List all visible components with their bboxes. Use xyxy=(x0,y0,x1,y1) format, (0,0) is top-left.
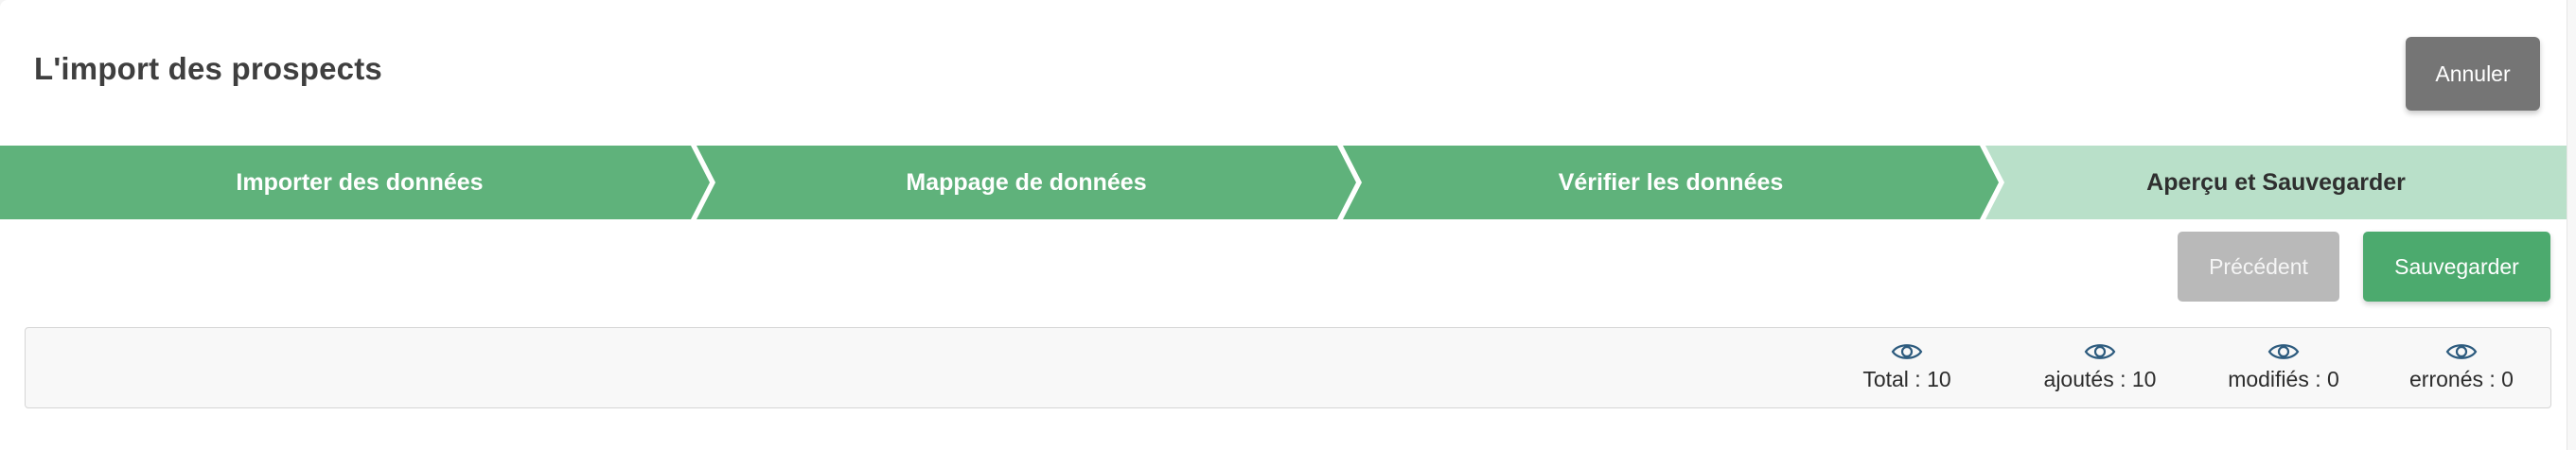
import-panel: L'import des prospects Annuler Importer … xyxy=(0,0,2576,450)
cancel-button[interactable]: Annuler xyxy=(2406,37,2540,111)
eye-icon xyxy=(1891,344,1923,359)
step-label-verify: Vérifier les données xyxy=(1558,169,1784,196)
step-label-import: Importer des données xyxy=(236,169,484,196)
eye-icon xyxy=(2084,344,2116,359)
stat-errors-label: erronés : 0 xyxy=(2409,367,2514,391)
stat-total[interactable]: Total : 10 xyxy=(1822,341,1992,404)
save-button[interactable]: Sauvegarder xyxy=(2363,232,2550,302)
step-label-mapping: Mappage de données xyxy=(906,169,1147,196)
stat-modified-label: modifiés : 0 xyxy=(2228,367,2339,391)
stat-errors[interactable]: erronés : 0 xyxy=(2376,341,2547,404)
page-title: L'import des prospects xyxy=(34,51,382,86)
step-label-preview: Aperçu et Sauvegarder xyxy=(2146,169,2406,196)
previous-button[interactable]: Précédent xyxy=(2178,232,2339,302)
stat-total-label: Total : 10 xyxy=(1862,367,1951,391)
stepper: Importer des données Mappage de données … xyxy=(0,146,2576,219)
import-summary: Total : 10 ajoutés : 10 modifiés : 0 err… xyxy=(25,327,2551,408)
stat-modified[interactable]: modifiés : 0 xyxy=(2198,341,2369,404)
scroll-track[interactable] xyxy=(2567,0,2576,450)
stat-added-label: ajoutés : 10 xyxy=(2043,367,2157,391)
stat-added[interactable]: ajoutés : 10 xyxy=(2015,341,2185,404)
eye-icon xyxy=(2267,344,2300,359)
eye-icon xyxy=(2445,344,2478,359)
